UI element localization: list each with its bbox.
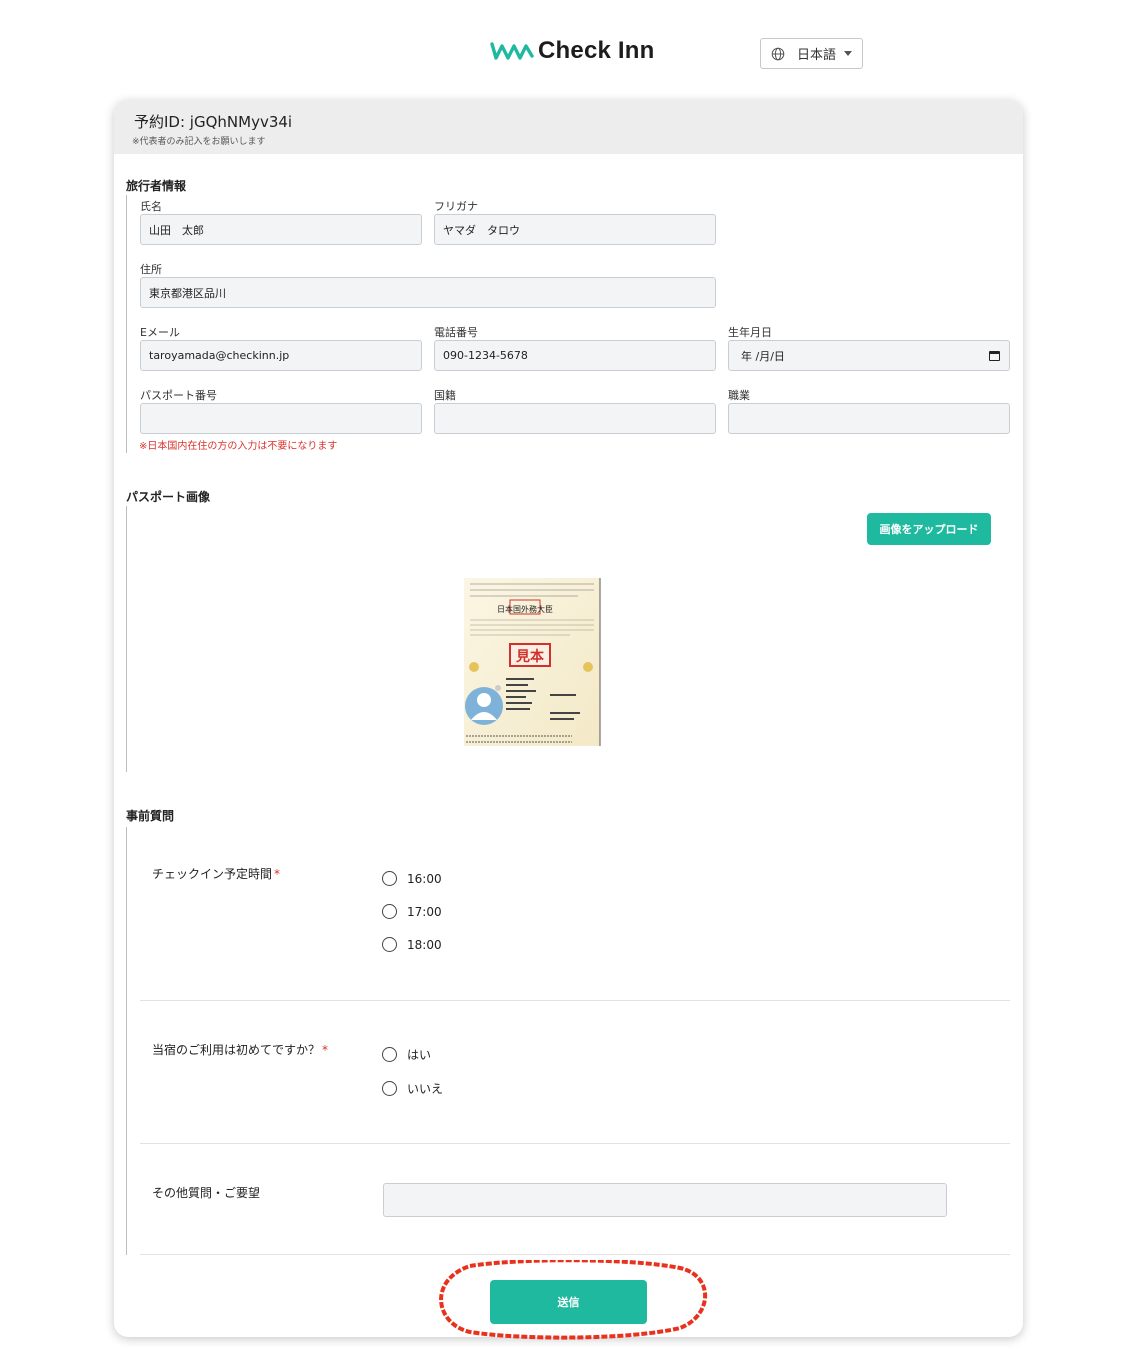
passport-number-label: パスポート番号	[140, 389, 217, 402]
calendar-icon[interactable]	[989, 351, 1000, 361]
checkin-time-label-text: チェックイン予定時間	[152, 867, 273, 881]
brand-logo[interactable]: Check Inn	[490, 36, 655, 66]
section-divider	[126, 195, 127, 453]
question-divider	[140, 1143, 1010, 1144]
globe-icon	[771, 47, 785, 60]
nationality-field[interactable]	[434, 403, 716, 434]
upload-image-button[interactable]: 画像をアップロード	[867, 513, 991, 545]
first-time-label-text: 当宿のご利用は初めてですか？	[152, 1043, 321, 1057]
first-time-option-yes[interactable]: はい	[382, 1046, 431, 1063]
section-divider	[126, 827, 127, 1255]
email-label: Eメール	[140, 326, 180, 339]
name-label: 氏名	[140, 200, 162, 213]
language-label: 日本語	[797, 48, 837, 63]
radio-label: はい	[407, 1048, 432, 1062]
address-field[interactable]: 東京都港区品川	[140, 277, 716, 308]
radio-label: 16:00	[407, 871, 442, 886]
email-field[interactable]: taroyamada@checkinn.jp	[140, 340, 422, 371]
birthday-field[interactable]: 年 /月/日	[728, 340, 1010, 371]
phone-label: 電話番号	[434, 326, 478, 339]
nationality-label: 国籍	[434, 389, 456, 402]
section-divider	[126, 506, 127, 772]
question-divider	[140, 1254, 1010, 1255]
reservation-header: 予約ID: jGQhNMyv34i ※代表者のみ記入をお願いします	[114, 100, 1023, 154]
first-time-option-no[interactable]: いいえ	[382, 1080, 443, 1097]
furigana-field[interactable]: ヤマダ タロウ	[434, 214, 716, 245]
reservation-id: 予約ID: jGQhNMyv34i	[134, 113, 293, 131]
furigana-value: ヤマダ タロウ	[443, 223, 520, 237]
first-time-label: 当宿のご利用は初めてですか？ *	[152, 1041, 328, 1058]
section-title-passport-image: パスポート画像	[126, 490, 211, 504]
occupation-field[interactable]	[728, 403, 1010, 434]
birthday-placeholder: 年 /月/日	[741, 349, 785, 363]
radio-button[interactable]	[382, 1047, 397, 1062]
passport-sample-image[interactable]: 日本国外務大臣 見本	[460, 572, 602, 749]
radio-label: 17:00	[407, 904, 442, 919]
radio-button[interactable]	[382, 871, 397, 886]
passport-number-field[interactable]	[140, 403, 422, 434]
required-mark: *	[274, 867, 281, 881]
submit-button[interactable]: 送信	[490, 1280, 647, 1324]
radio-label: 18:00	[407, 937, 442, 952]
radio-label: いいえ	[407, 1082, 444, 1096]
other-requests-textarea[interactable]	[383, 1183, 947, 1217]
brand-name: Check Inn	[538, 37, 655, 64]
checkin-option-1700[interactable]: 17:00	[382, 904, 442, 919]
checkin-form-card: 予約ID: jGQhNMyv34i ※代表者のみ記入をお願いします 旅行者情報 …	[114, 100, 1023, 1337]
wave-logo-icon	[490, 42, 534, 60]
address-value: 東京都港区品川	[149, 286, 226, 300]
occupation-label: 職業	[728, 389, 750, 402]
address-label: 住所	[140, 263, 162, 276]
phone-field[interactable]: 090-1234-5678	[434, 340, 716, 371]
email-value: taroyamada@checkinn.jp	[149, 349, 290, 362]
representative-note: ※代表者のみ記入をお願いします	[132, 137, 266, 147]
caret-down-icon	[844, 51, 853, 56]
required-mark: *	[322, 1043, 329, 1057]
question-divider	[140, 1000, 1010, 1001]
name-field[interactable]: 山田 太郎	[140, 214, 422, 245]
furigana-label: フリガナ	[434, 200, 478, 213]
residency-warning: ※日本国内在住の方の入力は不要になります	[139, 441, 338, 452]
section-title-traveler: 旅行者情報	[126, 179, 187, 193]
phone-value: 090-1234-5678	[443, 349, 528, 362]
radio-button[interactable]	[382, 937, 397, 952]
name-value: 山田 太郎	[149, 223, 204, 237]
checkin-time-label: チェックイン予定時間 *	[152, 865, 280, 882]
language-selector[interactable]: 日本語	[760, 38, 863, 69]
checkin-option-1600[interactable]: 16:00	[382, 871, 442, 886]
section-title-questions: 事前質問	[126, 809, 175, 823]
top-bar: Check Inn 日本語	[0, 0, 1137, 96]
sample-stamp-text: 見本	[515, 648, 545, 665]
checkin-option-1800[interactable]: 18:00	[382, 937, 442, 952]
passport-issuer-text: 日本国外務大臣	[497, 604, 553, 614]
other-requests-label: その他質問・ご要望	[152, 1186, 261, 1200]
radio-button[interactable]	[382, 1081, 397, 1096]
birthday-label: 生年月日	[728, 326, 772, 339]
radio-button[interactable]	[382, 904, 397, 919]
